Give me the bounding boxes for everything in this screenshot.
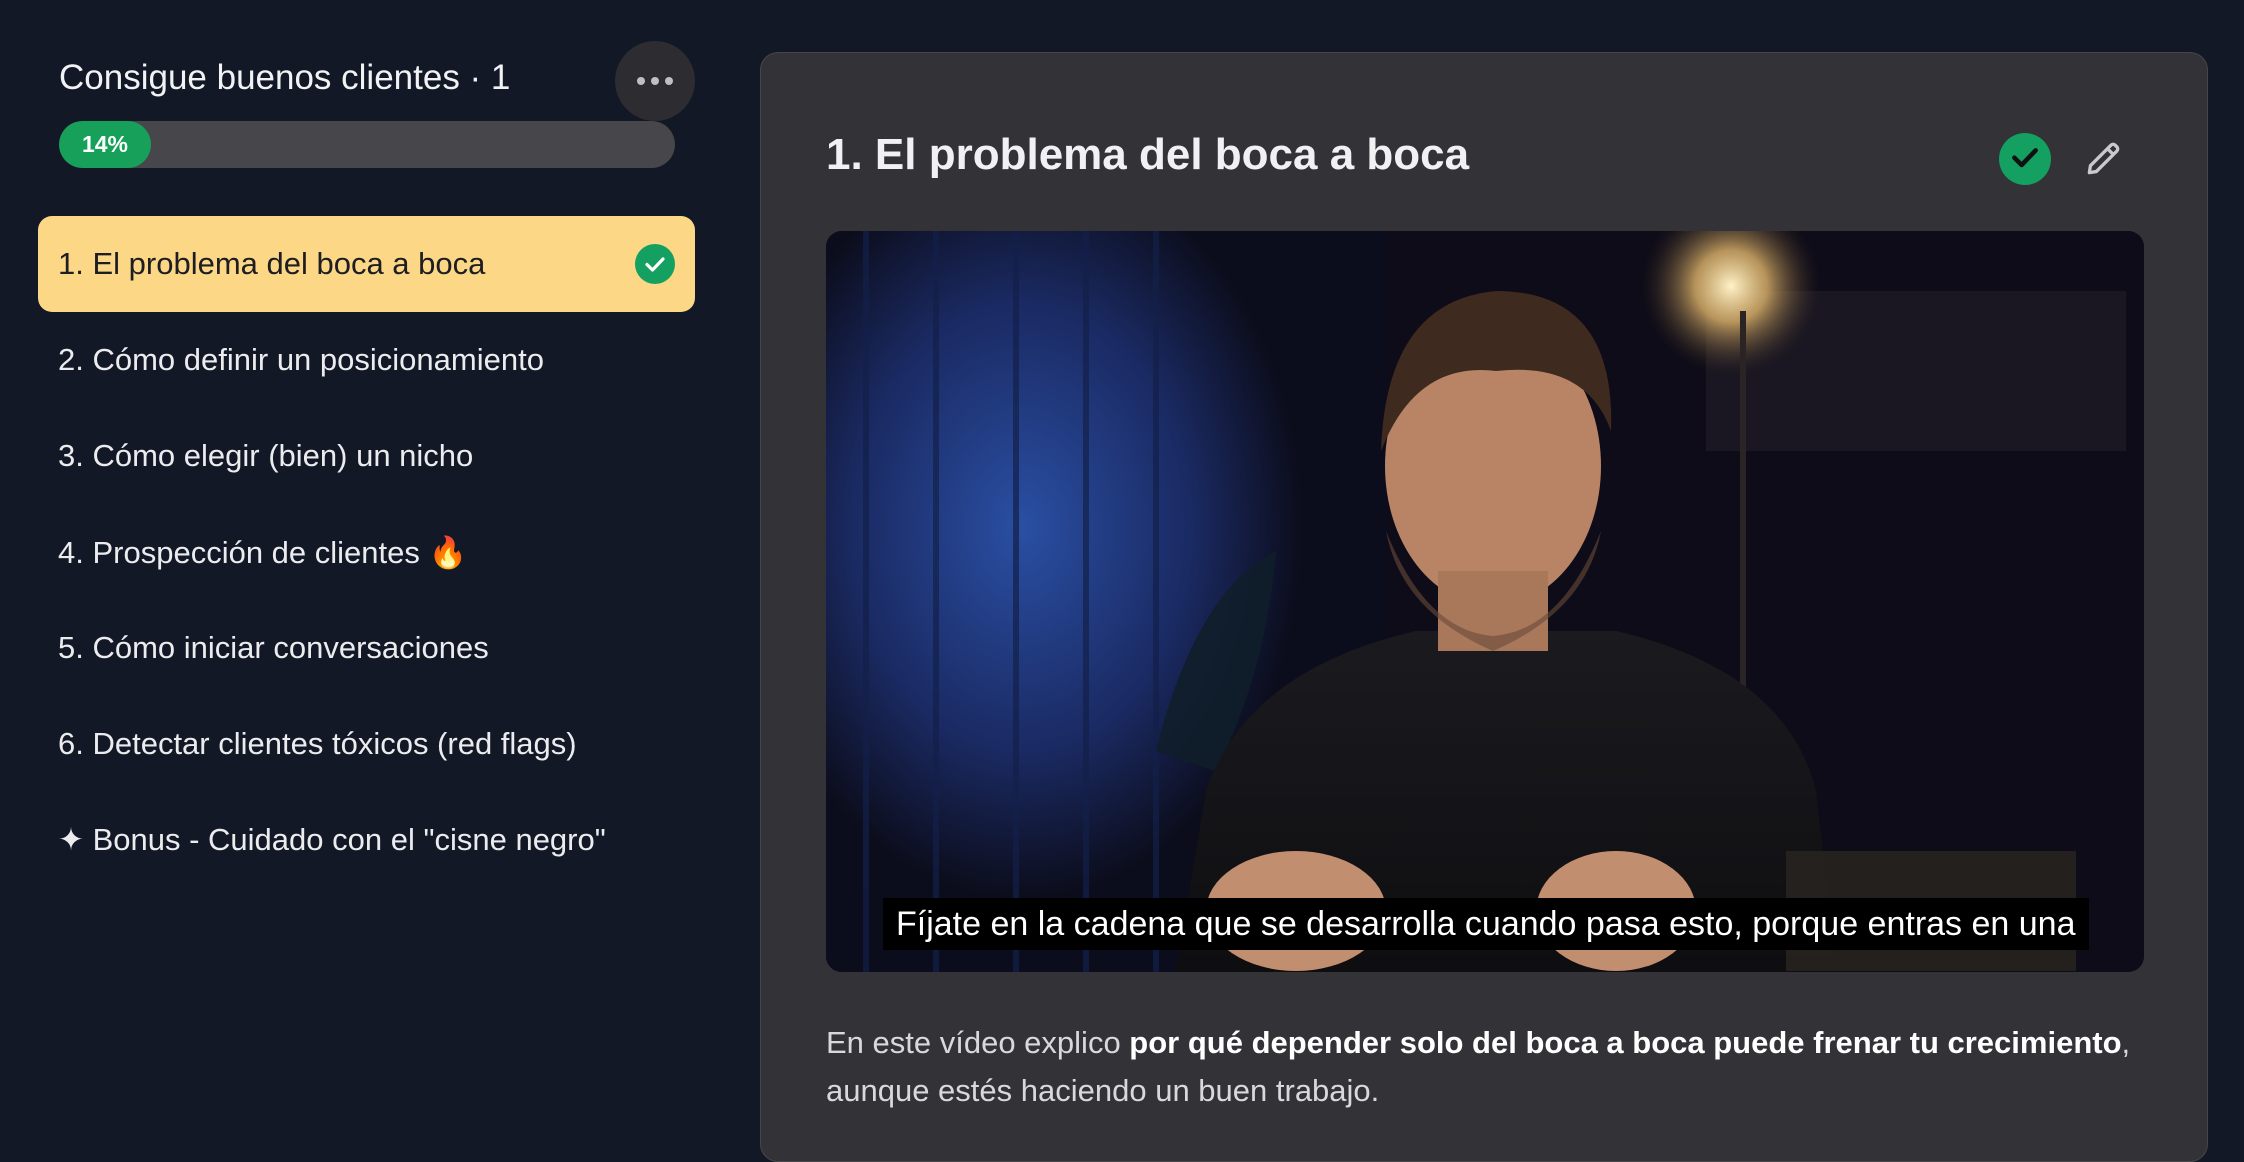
lesson-title: 1. El problema del boca a boca [826,130,1470,179]
description-highlight: por qué depender solo del boca a boca pu… [1129,1025,2122,1060]
lesson-card: 1. El problema del boca a boca Fíjate en… [760,52,2208,1162]
lesson-label: 4. Prospección de clientes 🔥 [58,534,468,570]
course-progress-bar: 14% [59,121,675,168]
lesson-item-1[interactable]: 1. El problema del boca a boca [38,216,695,312]
lesson-label: 3. Cómo elegir (bien) un nicho [58,438,474,473]
description-text: En este vídeo explico [826,1025,1130,1060]
check-circle-icon [2009,141,2041,178]
more-options-button[interactable] [615,41,695,121]
lesson-item-2[interactable]: 2. Cómo definir un posicionamiento [38,312,695,408]
video-player[interactable]: Fíjate en la cadena que se desarrolla cu… [826,231,2144,972]
lesson-item-3[interactable]: 3. Cómo elegir (bien) un nicho [38,408,695,504]
lesson-label: 5. Cómo iniciar conversaciones [58,630,489,665]
lesson-item-6[interactable]: 6. Detectar clientes tóxicos (red flags) [38,696,695,792]
lesson-item-5[interactable]: 5. Cómo iniciar conversaciones [38,600,695,696]
video-frame [826,231,2144,972]
ellipsis-icon [637,77,673,85]
lesson-item-4[interactable]: 4. Prospección de clientes 🔥 [38,504,695,600]
lesson-label: 2. Cómo definir un posicionamiento [58,342,544,377]
edit-button[interactable] [2079,135,2129,185]
video-caption: Fíjate en la cadena que se desarrolla cu… [883,898,2089,950]
course-title: Consigue buenos clientes · 1 [59,58,511,97]
lesson-list: 1. El problema del boca a boca 2. Cómo d… [38,216,695,888]
progress-label: 14% [81,131,129,157]
lesson-label: 6. Detectar clientes tóxicos (red flags) [58,726,577,761]
lesson-description: En este vídeo explico por qué depender s… [826,1019,2156,1115]
lesson-item-bonus[interactable]: ✦ Bonus - Cuidado con el "cisne negro" [38,792,695,888]
mark-complete-button[interactable] [1999,133,2051,185]
pencil-icon [2082,136,2126,185]
lesson-label: ✦ Bonus - Cuidado con el "cisne negro" [58,822,606,857]
check-circle-icon [635,244,675,284]
lesson-label: 1. El problema del boca a boca [58,246,486,281]
progress-fill: 14% [59,121,151,168]
course-sidebar: Consigue buenos clientes · 1 14% 1. El p… [0,0,720,1146]
